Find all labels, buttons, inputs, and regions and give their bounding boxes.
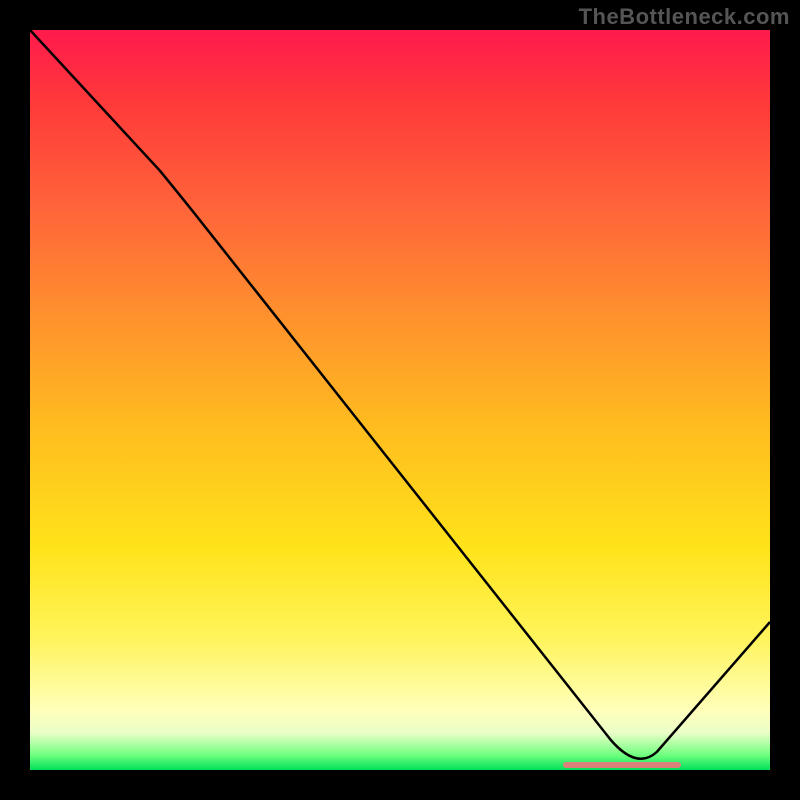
series-line xyxy=(30,30,770,759)
bottleneck-curve xyxy=(30,30,770,770)
chart-frame: TheBottleneck.com xyxy=(0,0,800,800)
watermark-text: TheBottleneck.com xyxy=(579,4,790,30)
plot-area xyxy=(30,30,770,770)
optimal-range-marker xyxy=(563,762,681,768)
